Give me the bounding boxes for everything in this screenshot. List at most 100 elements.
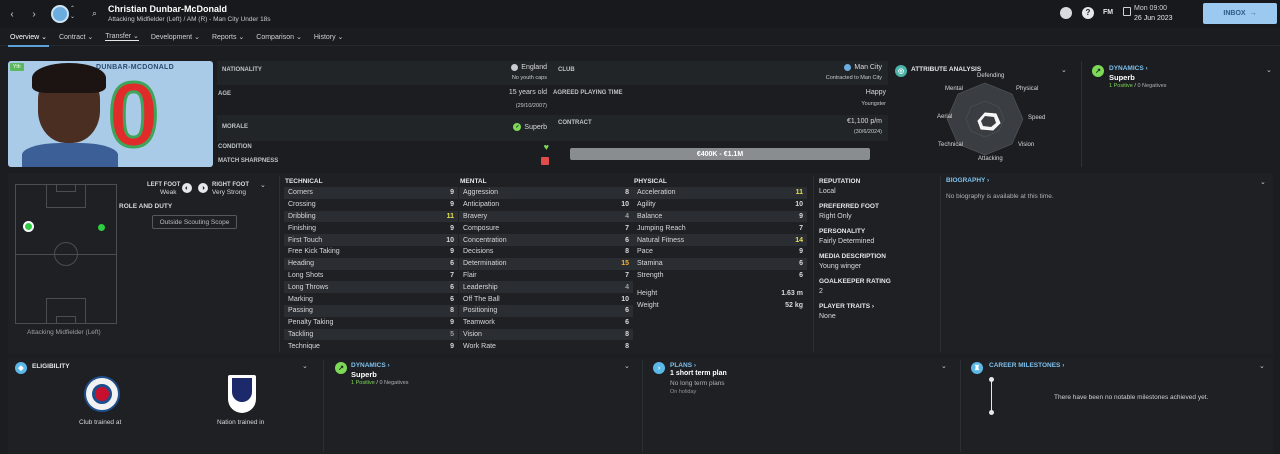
- attribute-row[interactable]: Passing 8: [284, 304, 458, 317]
- attribute-row[interactable]: Bravery 4: [459, 210, 633, 223]
- chevron-down-icon[interactable]: ⌄: [302, 362, 308, 370]
- technical-title: TECHNICAL: [285, 178, 323, 185]
- personal-info-panel: NATIONALITY England No youth caps AGE 15…: [217, 61, 553, 167]
- club[interactable]: Man City: [844, 64, 882, 71]
- chevron-down-icon[interactable]: ⌄: [1260, 178, 1266, 186]
- dynamics-link[interactable]: DYNAMICS ›: [1109, 65, 1148, 72]
- attribute-row[interactable]: Penalty Taking 9: [284, 317, 458, 329]
- tab-comparison[interactable]: Comparison ⌄: [250, 28, 308, 46]
- nationality-value: England: [521, 64, 547, 71]
- fm-button[interactable]: FM: [1103, 9, 1113, 16]
- attribute-name: Dribbling: [288, 212, 316, 220]
- search-icon[interactable]: ⌕: [92, 8, 97, 19]
- attribute-row[interactable]: Off The Ball 10: [459, 293, 633, 305]
- attribute-name: Strength: [637, 271, 664, 279]
- attribute-row[interactable]: Natural Fitness 14: [633, 234, 807, 246]
- attribute-name: Composure: [463, 224, 500, 232]
- tab-development[interactable]: Development ⌄: [145, 28, 206, 46]
- attribute-row[interactable]: Free Kick Taking 9: [284, 246, 458, 258]
- nation-trained-crest-icon[interactable]: [228, 375, 256, 413]
- attribute-row[interactable]: Teamwork 6: [459, 317, 633, 329]
- attribute-row[interactable]: Stamina 6: [633, 257, 807, 270]
- attribute-row[interactable]: Determination 15: [459, 257, 633, 270]
- attribute-row[interactable]: Long Throws 6: [284, 281, 458, 294]
- club-switch-icon[interactable]: ⌃ ⌄: [70, 5, 75, 21]
- attribute-row[interactable]: Decisions 8: [459, 246, 633, 258]
- attribute-row[interactable]: Heading 6: [284, 257, 458, 270]
- player-photo: Yth DUNBAR-MCDONALD 0: [8, 61, 213, 167]
- attribute-value: 8: [625, 342, 629, 350]
- forward-icon[interactable]: ›: [25, 5, 43, 23]
- attribute-row[interactable]: Composure 7: [459, 222, 633, 234]
- attribute-name: Passing: [288, 307, 313, 315]
- attribute-row[interactable]: First Touch 10: [284, 234, 458, 246]
- attribute-name: Corners: [288, 189, 313, 197]
- attribute-row[interactable]: Flair 7: [459, 270, 633, 282]
- back-icon[interactable]: ‹: [3, 5, 21, 23]
- attribute-row[interactable]: Anticipation 10: [459, 199, 633, 211]
- attribute-value: 6: [799, 260, 803, 268]
- tab-reports[interactable]: Reports ⌄: [206, 28, 250, 46]
- attribute-row[interactable]: Long Shots 7: [284, 270, 458, 282]
- attribute-row[interactable]: Dribbling 11: [284, 210, 458, 223]
- player-info-column: REPUTATION Local PREFERRED FOOT Right On…: [819, 178, 937, 320]
- attribute-row[interactable]: Marking 6: [284, 293, 458, 305]
- nationality[interactable]: England: [511, 64, 547, 71]
- chevron-down-icon[interactable]: ⌄: [1266, 66, 1272, 74]
- preferred-foot-label: PREFERRED FOOT: [819, 203, 879, 210]
- personality-value: Fairly Determined: [819, 238, 875, 245]
- attribute-row[interactable]: Crossing 9: [284, 199, 458, 211]
- attribute-value: 10: [621, 201, 629, 209]
- attribute-name: Leadership: [463, 283, 498, 291]
- biography-link[interactable]: BIOGRAPHY ›: [946, 177, 989, 184]
- attribute-row[interactable]: Concentration 6: [459, 234, 633, 246]
- club-trained-crest-icon[interactable]: [84, 376, 120, 412]
- height-value: 1.63 m: [781, 289, 803, 297]
- attribute-row[interactable]: Tackling 5: [284, 328, 458, 341]
- tab-history[interactable]: History ⌄: [308, 28, 350, 46]
- dynamics-panel: ↗ DYNAMICS › Superb 1 Positive / 0 Negat…: [1090, 61, 1275, 167]
- dynamics-icon: ↗: [1092, 65, 1104, 77]
- attribute-row[interactable]: Jumping Reach 7: [633, 222, 807, 234]
- tab-contract[interactable]: Contract ⌄: [53, 28, 99, 46]
- chevron-down-icon[interactable]: ⌄: [624, 362, 630, 370]
- globe-icon[interactable]: [1060, 7, 1072, 19]
- attribute-row[interactable]: Technique 9: [284, 340, 458, 352]
- attribute-row[interactable]: Strength 6: [633, 270, 807, 282]
- chevron-down-icon[interactable]: ⌄: [1259, 362, 1265, 370]
- attribute-row[interactable]: Acceleration 11: [633, 187, 807, 199]
- dynamics-link[interactable]: DYNAMICS ›: [351, 362, 390, 369]
- tab-overview[interactable]: Overview ⌄: [4, 28, 53, 47]
- right-foot-label: RIGHT FOOT: [212, 182, 249, 188]
- transfer-value-bar[interactable]: €400K - €1.1M: [570, 148, 870, 160]
- attribute-name: Free Kick Taking: [288, 248, 340, 256]
- attribute-row[interactable]: Pace 9: [633, 246, 807, 258]
- tab-transfer[interactable]: Transfer ⌄: [99, 28, 145, 46]
- attribute-row[interactable]: Corners 9: [284, 187, 458, 199]
- inbox-button[interactable]: INBOX →: [1203, 3, 1277, 24]
- chevron-down-icon[interactable]: ⌄: [260, 181, 266, 189]
- player-traits-link[interactable]: PLAYER TRAITS ›: [819, 303, 937, 310]
- attribute-row[interactable]: Vision 8: [459, 328, 633, 341]
- attribute-row[interactable]: Agility 10: [633, 199, 807, 211]
- chevron-down-icon[interactable]: ⌄: [941, 362, 947, 370]
- contract-info-panel: CLUB Man City Contracted to Man City AGR…: [553, 61, 888, 167]
- plans-link[interactable]: PLANS ›: [670, 362, 696, 369]
- attribute-row[interactable]: Balance 9: [633, 210, 807, 223]
- attribute-row[interactable]: Positioning 6: [459, 304, 633, 317]
- attribute-row[interactable]: Aggression 8: [459, 187, 633, 199]
- attribute-row[interactable]: Finishing 9: [284, 222, 458, 234]
- dynamics-negative: 0 Negatives: [379, 380, 409, 386]
- nationality-label: NATIONALITY: [222, 67, 262, 73]
- career-milestones-link[interactable]: CAREER MILESTONES ›: [989, 362, 1064, 369]
- media-description-value: Young winger: [819, 263, 862, 270]
- trophy-icon: ♜: [971, 362, 983, 374]
- chevron-down-icon[interactable]: ⌄: [1061, 66, 1067, 74]
- scouting-scope-button[interactable]: Outside Scouting Scope: [152, 215, 237, 229]
- calendar-icon[interactable]: [1123, 7, 1131, 16]
- timeline-line: [991, 381, 992, 412]
- help-icon[interactable]: ?: [1082, 7, 1094, 19]
- attribute-row[interactable]: Leadership 4: [459, 281, 633, 294]
- attribute-row[interactable]: Work Rate 8: [459, 340, 633, 352]
- club-crest-icon[interactable]: [51, 5, 69, 23]
